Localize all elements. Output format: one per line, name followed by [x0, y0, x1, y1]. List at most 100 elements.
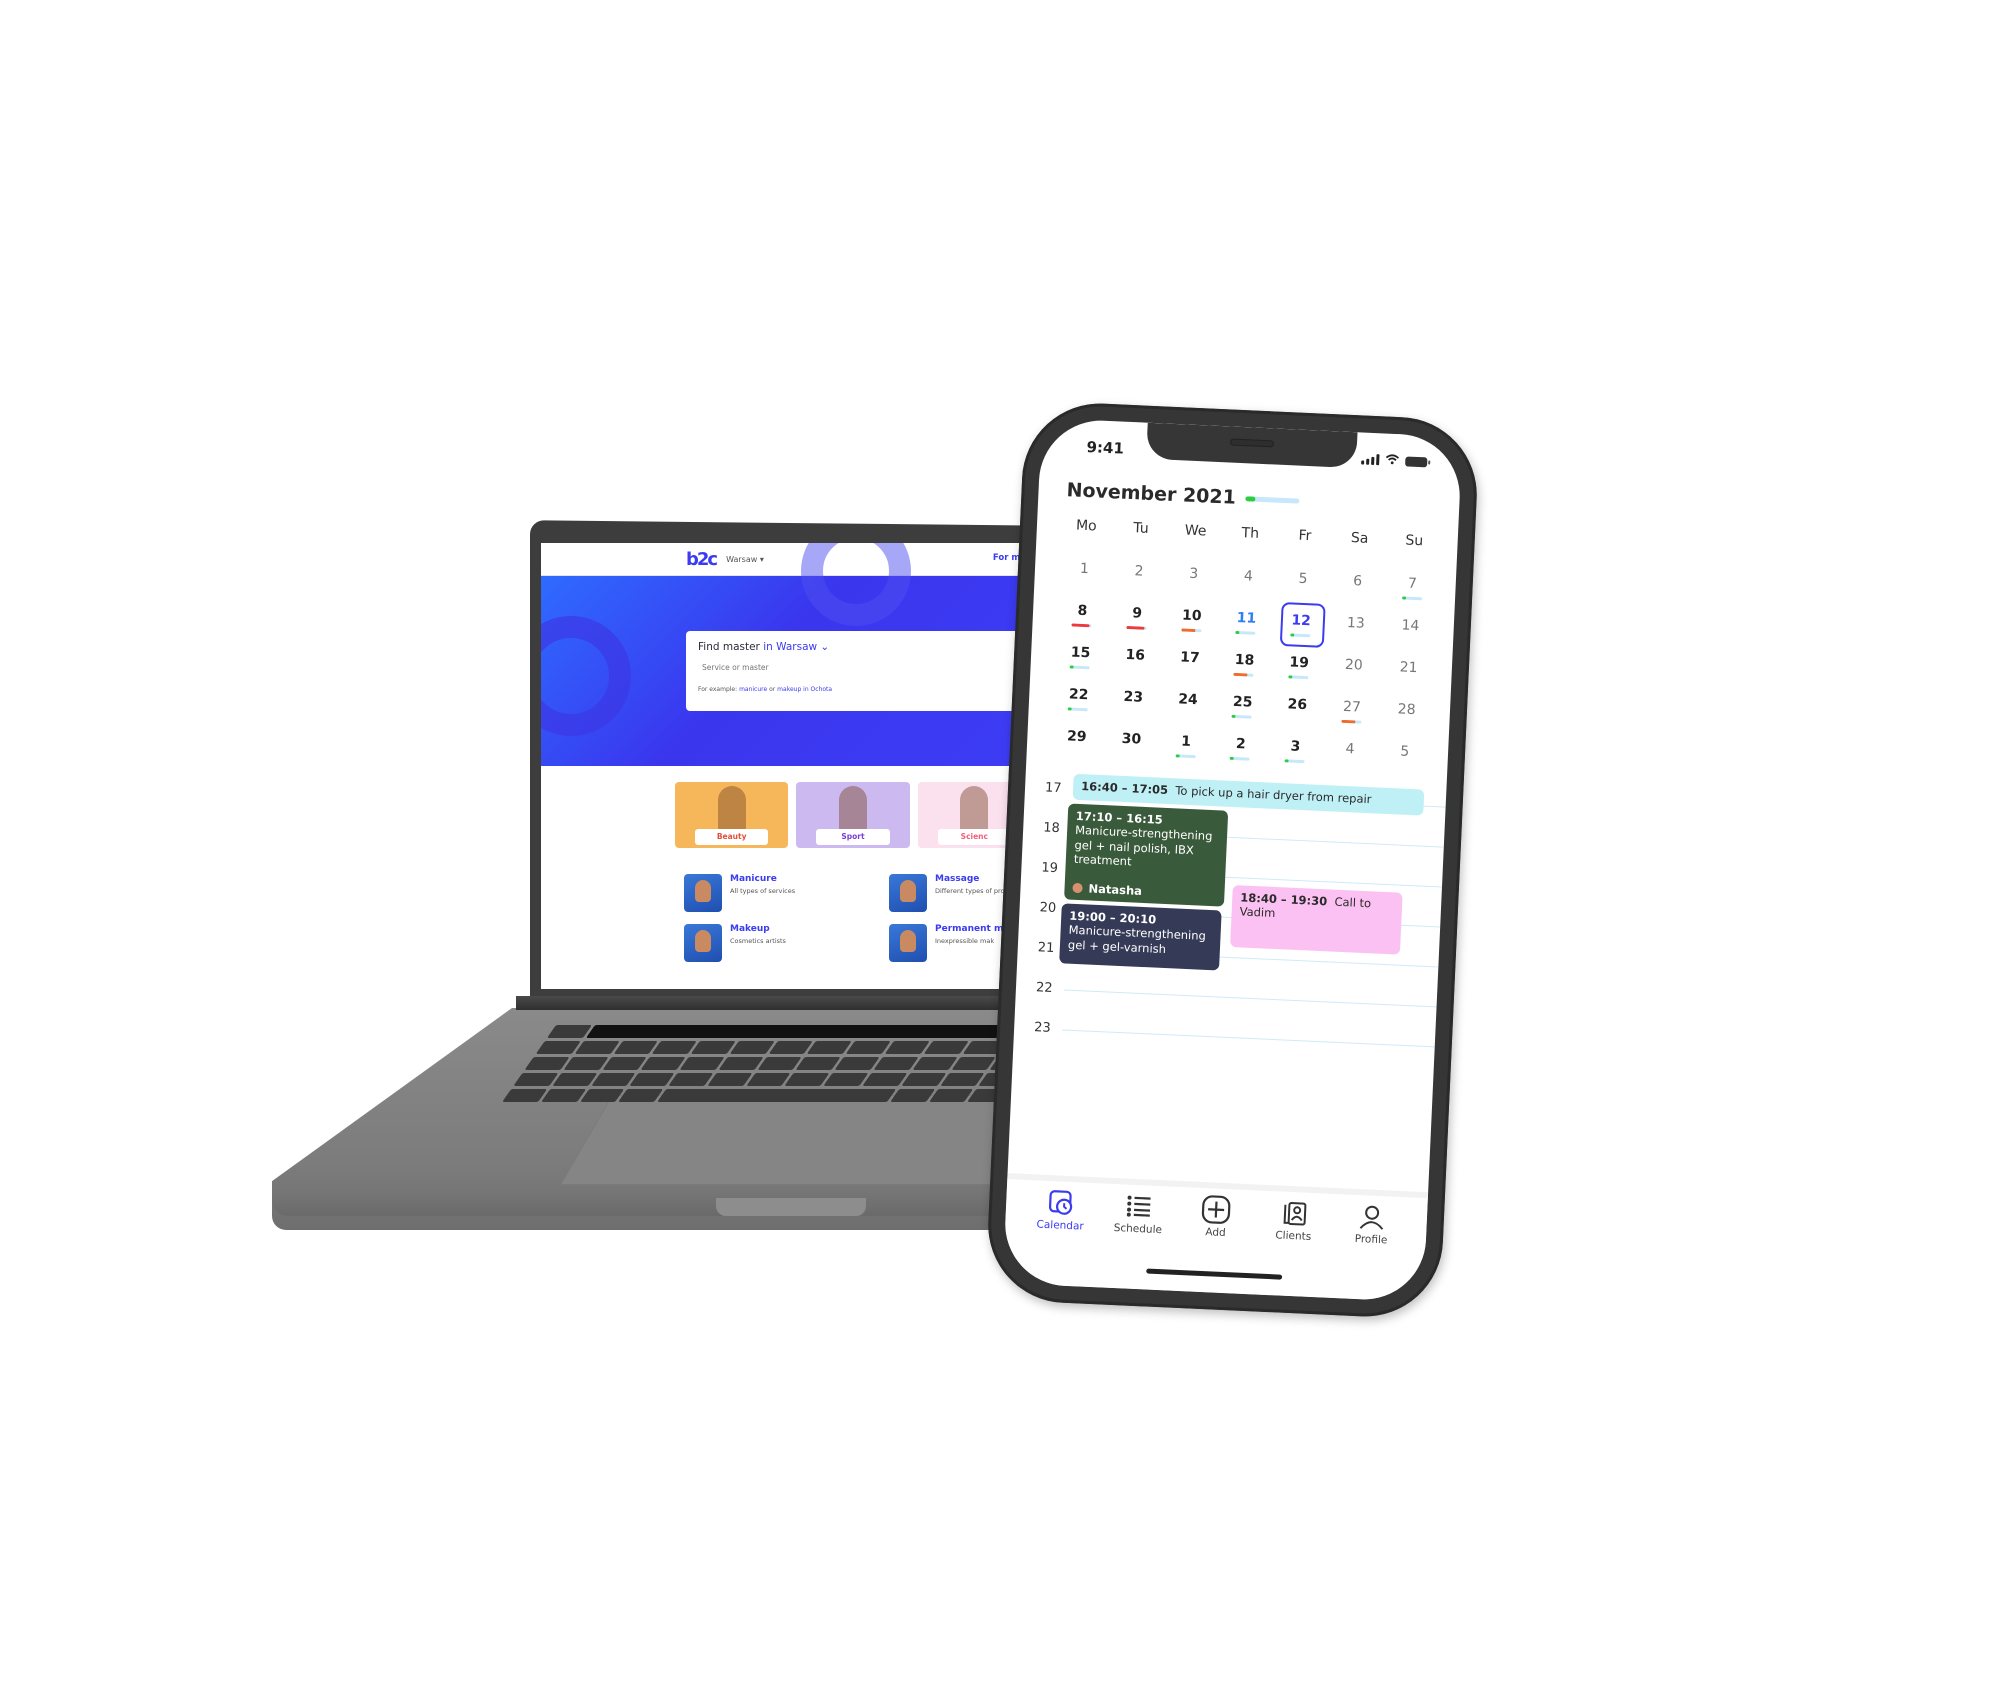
tab-profile[interactable]: Profile	[1329, 1200, 1411, 1301]
key	[862, 1073, 908, 1086]
key	[502, 1089, 547, 1102]
calendar-day[interactable]: 3	[1267, 732, 1324, 776]
calendar-day[interactable]: 19	[1271, 648, 1328, 692]
tab-clients[interactable]: Clients	[1252, 1196, 1334, 1297]
calendar-day[interactable]: 22	[1050, 680, 1107, 724]
calendar-day[interactable]: 14	[1382, 611, 1439, 655]
spacebar-key	[657, 1089, 897, 1102]
calendar-day[interactable]: 23	[1105, 682, 1162, 726]
service-description: All types of services	[730, 887, 796, 895]
day-load-bar	[1401, 596, 1422, 601]
tab-schedule[interactable]: Schedule	[1096, 1189, 1178, 1290]
calendar-day[interactable]: 9	[1109, 598, 1166, 642]
calendar-day[interactable]: 5	[1274, 564, 1331, 608]
month-load-bar	[1245, 495, 1300, 504]
event-call-vadim[interactable]: 18:40 – 19:30 Call to Vadim	[1230, 885, 1403, 955]
service-name: Makeup	[730, 924, 770, 934]
calendar-day[interactable]: 2	[1110, 556, 1167, 600]
day-number: 23	[1123, 688, 1144, 706]
calendar-day-selected[interactable]: 12	[1273, 606, 1330, 650]
calendar-day[interactable]: 7	[1384, 569, 1441, 613]
city-selector[interactable]: Warsaw ▾	[726, 555, 764, 564]
calendar-day[interactable]: 21	[1380, 653, 1437, 697]
day-load-bar	[1235, 630, 1256, 635]
weekday-label: Th	[1241, 525, 1260, 542]
day-number: 20	[1344, 656, 1364, 674]
calendar-day[interactable]: 10	[1163, 601, 1220, 645]
day-load-fill	[1235, 630, 1240, 635]
calendar-clock-icon	[1047, 1187, 1076, 1218]
month-title[interactable]: November 2021	[1066, 479, 1236, 509]
calendar-day[interactable]: 11	[1218, 603, 1275, 647]
hour-label: 17	[1044, 780, 1062, 797]
service-item[interactable]: Manicure All types of services	[684, 874, 889, 912]
event-manicure-natasha[interactable]: 17:10 – 16:15 Manicure-strengthening gel…	[1064, 803, 1229, 907]
calendar-day[interactable]: 6	[1329, 566, 1386, 610]
day-number: 17	[1179, 649, 1200, 667]
calendar-day[interactable]: 1	[1157, 727, 1214, 771]
key	[718, 1057, 764, 1070]
key	[552, 1073, 597, 1086]
calendar-day[interactable]: 13	[1327, 608, 1384, 652]
event-time: 16:40 – 17:05	[1080, 779, 1169, 797]
hint-link-makeup[interactable]: makeup in Ochota	[777, 686, 832, 693]
calendar-day[interactable]: 4	[1321, 734, 1378, 778]
phone: 9:41 November 2021 Mo Tu We Th Fr Sa Su 123456…	[984, 400, 1481, 1320]
weekday-header: Mo Tu We Th Fr Sa Su	[1059, 517, 1442, 550]
day-number: 25	[1232, 693, 1253, 711]
weekday-label: Sa	[1350, 530, 1369, 547]
laptop-front-notch	[716, 1198, 866, 1216]
day-number: 5	[1399, 743, 1410, 760]
service-search-input[interactable]	[702, 663, 1002, 672]
calendar-day[interactable]: 29	[1048, 722, 1105, 766]
day-load-bar	[1071, 623, 1092, 628]
search-title-text: Find master	[698, 641, 760, 653]
calendar-day[interactable]: 25	[1214, 687, 1271, 731]
day-number: 11	[1236, 609, 1257, 627]
event-manicure-gel-varnish[interactable]: 19:00 – 20:10 Manicure-strengthening gel…	[1059, 903, 1222, 971]
calendar-day[interactable]: 5	[1376, 736, 1433, 780]
day-number: 29	[1066, 728, 1087, 746]
calendar-day[interactable]: 4	[1220, 561, 1277, 605]
event-title: To pick up a hair dryer from repair	[1175, 783, 1372, 807]
day-load-bar	[1231, 714, 1253, 719]
key	[679, 1057, 725, 1070]
calendar-day[interactable]: 2	[1212, 729, 1269, 773]
day-load-fill	[1175, 754, 1180, 758]
calendar-day[interactable]: 3	[1165, 559, 1222, 603]
calendar-day[interactable]: 26	[1269, 690, 1326, 734]
service-item[interactable]: Makeup Cosmetics artists	[684, 924, 889, 962]
day-number: 7	[1407, 575, 1418, 593]
calendar-day[interactable]: 16	[1107, 640, 1164, 684]
calendar-day[interactable]: 24	[1159, 685, 1216, 729]
calendar-day[interactable]: 18	[1216, 645, 1273, 689]
calendar-day[interactable]: 20	[1325, 650, 1382, 694]
tab-calendar[interactable]: Calendar	[1019, 1186, 1101, 1287]
calendar-day[interactable]: 30	[1103, 724, 1160, 768]
hint-link-manicure[interactable]: manicure	[739, 686, 767, 693]
list-icon	[1125, 1191, 1152, 1222]
calendar-day[interactable]: 15	[1052, 638, 1109, 682]
day-number: 30	[1121, 730, 1142, 748]
calendar-day[interactable]: 8	[1054, 596, 1111, 640]
category-card[interactable]: Beauty	[675, 782, 789, 848]
person-icon	[1357, 1201, 1386, 1232]
calendar-day[interactable]: 27	[1323, 692, 1380, 736]
calendar-day[interactable]: 17	[1161, 643, 1218, 687]
key	[784, 1073, 830, 1086]
key	[546, 1025, 592, 1038]
location-dropdown[interactable]: in Warsaw ⌄	[763, 641, 829, 653]
category-label: Beauty	[695, 829, 769, 845]
tab-add[interactable]: Add	[1174, 1193, 1256, 1294]
day-load-fill	[1233, 672, 1248, 677]
b2c-logo[interactable]: b2c	[686, 549, 718, 570]
category-card[interactable]: Sport	[796, 782, 910, 848]
calendar-day[interactable]: 1	[1056, 554, 1113, 598]
hint-or: or	[769, 686, 776, 693]
weekday-label: Fr	[1298, 527, 1312, 545]
calendar-day[interactable]: 28	[1378, 695, 1435, 739]
day-load-bar	[1175, 754, 1196, 759]
key	[640, 1057, 686, 1070]
category-label: Scienc	[937, 829, 1011, 845]
day-number: 2	[1134, 563, 1144, 580]
